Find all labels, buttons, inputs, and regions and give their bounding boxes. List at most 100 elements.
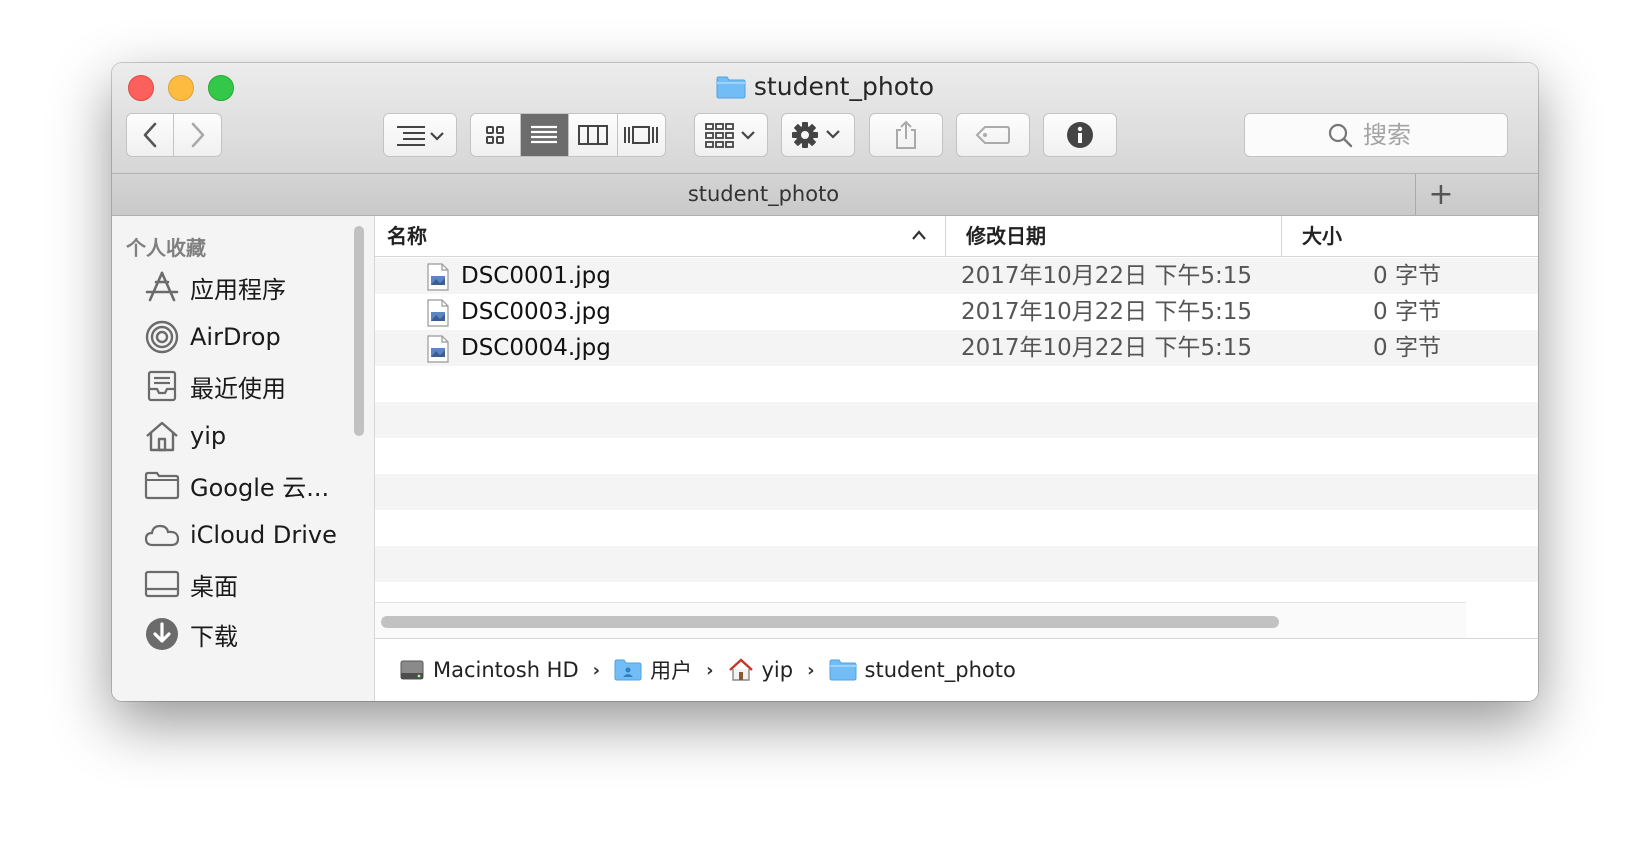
sidebar-item-label: 下载 [190,622,238,651]
file-row[interactable]: DSC0003.jpg 2017年10月22日 下午5:15 0 字节 [375,294,1538,330]
arrange-dropdown[interactable] [383,113,457,157]
nav-buttons [126,113,222,157]
sidebar-scrollbar[interactable] [354,226,364,436]
list-view-button[interactable] [520,114,569,156]
tab-student-photo[interactable]: student_photo [112,174,1415,215]
empty-row [375,474,1538,510]
tab-bar: student_photo + [112,174,1538,216]
folder-icon [829,659,857,681]
applications-icon [144,269,180,305]
finder-window: student_photo 搜索 student_photo + 个人收藏 应用… [112,63,1538,701]
empty-row [375,438,1538,474]
sidebar-item-label: yip [190,422,227,450]
cloud-icon [144,517,180,553]
home-icon [728,658,753,681]
columns-icon [577,125,608,145]
home-icon [144,418,180,454]
users-folder-icon [614,659,642,681]
folder-icon [716,75,746,107]
empty-row [375,510,1538,546]
empty-row [375,402,1538,438]
path-segment-label: yip [761,658,794,682]
file-date: 2017年10月22日 下午5:15 [961,335,1253,361]
jpg-file-icon [427,263,449,297]
sidebar-item-label: iCloud Drive [190,521,337,549]
new-tab-button[interactable]: + [1415,174,1466,215]
sidebar-item-label: 应用程序 [190,275,286,304]
column-size-header[interactable]: 大小 [1281,216,1466,256]
search-field[interactable] [1244,113,1508,157]
download-icon [144,616,180,652]
path-segment-student-photo[interactable]: student_photo [829,658,1016,682]
action-dropdown[interactable] [781,113,855,157]
horizontal-scrollbar[interactable] [381,616,1279,628]
path-segment-label: 用户 [650,659,693,683]
column-date-header[interactable]: 修改日期 [945,216,1275,256]
column-view-button[interactable] [569,114,618,156]
gallery-icon [624,126,659,144]
sidebar-item-downloads[interactable]: 下载 [144,614,238,654]
sidebar-item-recents[interactable]: 最近使用 [144,366,286,406]
tag-button[interactable] [956,113,1030,157]
search-input[interactable] [1361,120,1425,150]
tag-icon [975,126,1010,144]
gear-icon [792,122,840,148]
titlebar: student_photo [112,63,1538,174]
hard-drive-icon [400,660,424,680]
path-separator: › [706,659,714,681]
file-date: 2017年10月22日 下午5:15 [961,263,1253,289]
path-segment-home[interactable]: yip [728,658,794,682]
file-size: 0 字节 [1373,335,1441,361]
sidebar-item-label: AirDrop [190,323,281,351]
info-button[interactable] [1043,113,1117,157]
back-button[interactable] [127,114,175,156]
file-date: 2017年10月22日 下午5:15 [961,299,1253,325]
path-separator: › [807,659,815,681]
search-icon [1328,123,1353,148]
empty-row [375,546,1538,582]
path-segment-users[interactable]: 用户 [614,655,692,685]
empty-row [375,366,1538,402]
desktop-icon [144,566,180,602]
group-dropdown[interactable] [694,113,768,157]
view-mode-control [470,113,666,157]
jpg-file-icon [427,335,449,369]
path-separator: › [592,659,601,681]
path-segment-macintosh-hd[interactable]: Macintosh HD [399,657,579,683]
forward-button[interactable] [174,114,221,156]
recents-icon [144,368,180,404]
grid-icon [486,126,505,144]
gallery-view-button[interactable] [618,114,666,156]
file-name: DSC0004.jpg [461,335,611,361]
file-list-area: 名称 修改日期 大小 DSC0001.jpg 2017年10月22日 下午5:1… [375,216,1538,701]
share-button[interactable] [869,113,943,157]
column-name-header[interactable]: 名称 [387,216,937,256]
sidebar-item-airdrop[interactable]: AirDrop [144,317,281,357]
sidebar-item-icloud-drive[interactable]: iCloud Drive [144,515,337,555]
window-title-text: student_photo [753,72,935,101]
path-segment-label: Macintosh HD [433,658,579,682]
sidebar-item-google-drive[interactable]: Google 云... [144,465,329,505]
file-row[interactable]: DSC0001.jpg 2017年10月22日 下午5:15 0 字节 [375,258,1538,294]
sidebar-item-desktop[interactable]: 桌面 [144,564,238,604]
chevron-right-icon [191,122,204,148]
file-rows: DSC0001.jpg 2017年10月22日 下午5:15 0 字节 DSC0… [375,258,1538,582]
path-segment-label: student_photo [864,658,1016,682]
sidebar-item-applications[interactable]: 应用程序 [144,267,286,307]
folder-icon [144,467,180,503]
file-size: 0 字节 [1373,299,1441,325]
sidebar-heading-favorites: 个人收藏 [126,236,206,260]
info-icon [1067,122,1093,148]
airdrop-icon [144,319,180,355]
jpg-file-icon [427,299,449,333]
list-icon [531,125,558,144]
file-name: DSC0003.jpg [461,299,611,325]
window-title: student_photo [112,71,1538,107]
path-bar: Macintosh HD › 用户 › yip › student_photo [375,638,1538,701]
file-row[interactable]: DSC0004.jpg 2017年10月22日 下午5:15 0 字节 [375,330,1538,366]
column-header: 名称 修改日期 大小 [375,216,1538,257]
sidebar-item-label: 最近使用 [190,374,286,403]
icon-view-button[interactable] [471,114,521,156]
group-icon [705,123,755,148]
sidebar-item-home[interactable]: yip [144,416,226,456]
